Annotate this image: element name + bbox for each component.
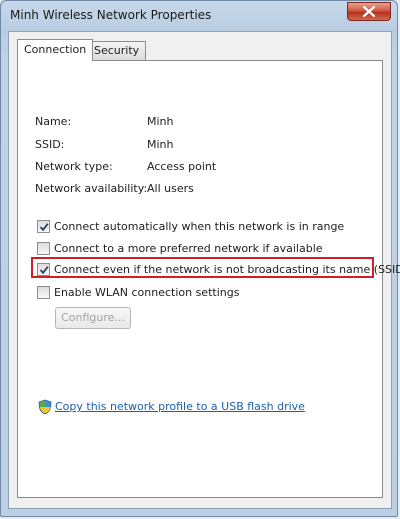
- connect-not-broadcasting-label: Connect even if the network is not broad…: [54, 263, 400, 276]
- shield-icon: [38, 399, 52, 415]
- name-value: Minh: [147, 115, 174, 128]
- ssid-value: Minh: [147, 138, 174, 151]
- enable-wlan-settings-label: Enable WLAN connection settings: [54, 286, 240, 299]
- enable-wlan-settings-checkbox[interactable]: [37, 286, 50, 299]
- connect-preferred-label: Connect to a more preferred network if a…: [54, 242, 323, 255]
- network-type-label: Network type:: [35, 160, 113, 173]
- tab-security[interactable]: Security: [87, 41, 147, 60]
- window-title: Minh Wireless Network Properties: [10, 8, 212, 22]
- title-bar[interactable]: Minh Wireless Network Properties: [1, 1, 397, 31]
- network-type-value: Access point: [147, 160, 217, 173]
- close-icon: [363, 6, 375, 17]
- dialog-client-area: Connection Security Name: Minh SSID: Min…: [8, 31, 400, 509]
- connect-automatically-label: Connect automatically when this network …: [54, 220, 345, 233]
- tab-connection[interactable]: Connection: [17, 39, 94, 61]
- copy-profile-usb-link[interactable]: Copy this network profile to a USB flash…: [55, 400, 305, 413]
- network-availability-label: Network availability:: [35, 182, 148, 195]
- network-availability-value: All users: [147, 182, 194, 195]
- properties-window: Minh Wireless Network Properties Connect…: [0, 0, 400, 517]
- connect-not-broadcasting-checkbox[interactable]: [37, 263, 50, 276]
- close-button[interactable]: [347, 2, 391, 21]
- connect-automatically-checkbox[interactable]: [37, 220, 50, 233]
- ssid-label: SSID:: [35, 138, 65, 151]
- connection-panel: Name: Minh SSID: Minh Network type: Acce…: [17, 60, 400, 498]
- connect-preferred-checkbox[interactable]: [37, 242, 50, 255]
- configure-button[interactable]: Configure...: [55, 307, 131, 329]
- checkmark-icon: [39, 266, 49, 275]
- checkmark-icon: [39, 223, 49, 232]
- name-label: Name:: [35, 115, 72, 128]
